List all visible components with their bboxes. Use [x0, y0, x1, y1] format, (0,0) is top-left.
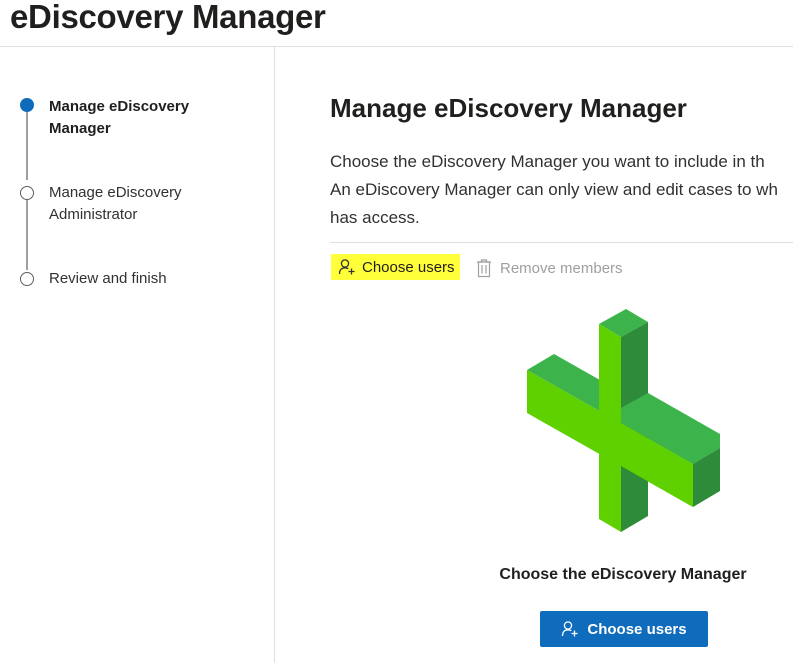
step-manage-ediscovery-administrator[interactable]: Manage eDiscovery Administrator	[49, 182, 239, 226]
add-person-icon	[338, 258, 356, 276]
trash-icon	[476, 258, 492, 278]
choose-users-button[interactable]: Choose users	[540, 611, 708, 647]
description-line: An eDiscovery Manager can only view and …	[330, 180, 778, 199]
description-line: Choose the eDiscovery Manager you want t…	[330, 152, 765, 171]
toolbar-divider	[330, 242, 793, 243]
step-indicator	[20, 186, 34, 200]
description-line: has access.	[330, 208, 420, 227]
step-connector	[26, 112, 28, 180]
sidebar-divider	[274, 47, 275, 663]
remove-members-label: Remove members	[500, 259, 623, 277]
green-plus-icon	[520, 305, 726, 535]
empty-state-title: Choose the eDiscovery Manager	[499, 566, 747, 583]
header-divider	[0, 46, 793, 47]
step-indicator	[20, 272, 34, 286]
step-manage-ediscovery-manager[interactable]: Manage eDiscovery Manager	[49, 96, 239, 140]
step-connector	[26, 200, 28, 270]
choose-users-link[interactable]: Choose users	[331, 254, 460, 280]
choose-users-label: Choose users	[362, 258, 455, 276]
step-review-and-finish[interactable]: Review and finish	[49, 268, 239, 290]
page-title: Manage eDiscovery Manager	[330, 93, 687, 123]
page-description: Choose the eDiscovery Manager you want t…	[330, 148, 793, 232]
choose-users-button-label: Choose users	[587, 620, 687, 638]
add-person-icon	[561, 620, 579, 638]
app-title: eDiscovery Manager	[10, 0, 326, 35]
remove-members-button[interactable]: Remove members	[476, 256, 623, 280]
step-indicator-active	[20, 98, 34, 112]
